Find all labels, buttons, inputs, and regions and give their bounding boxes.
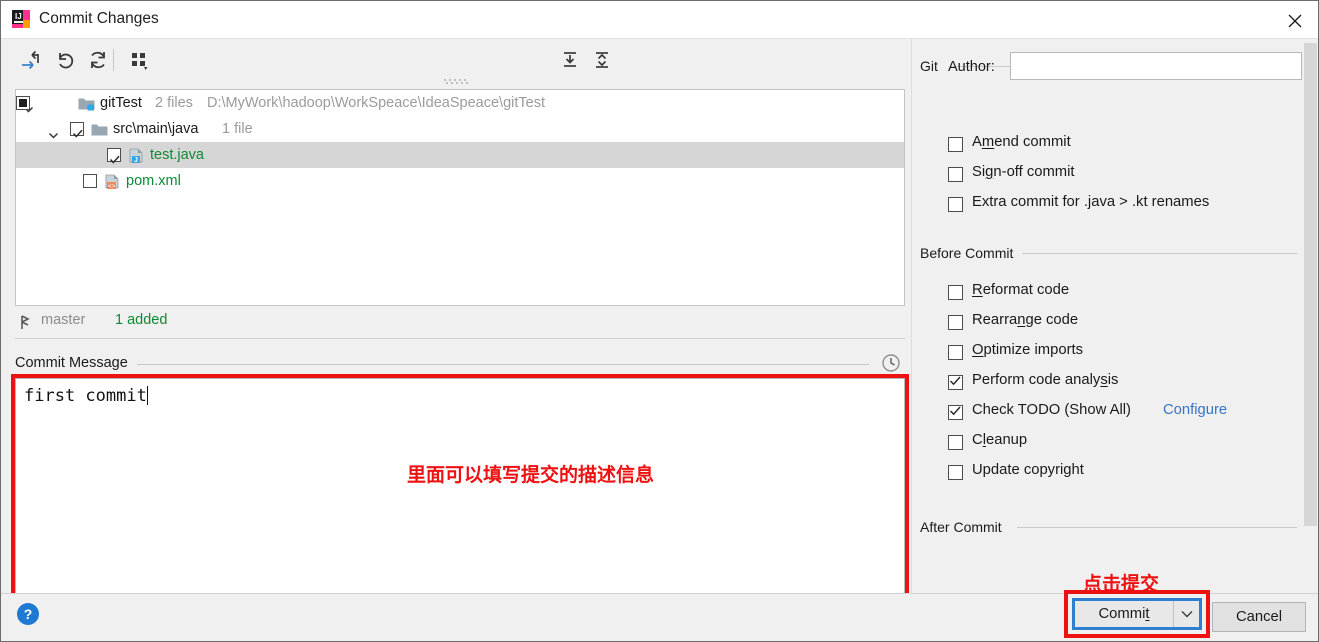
after-commit-group-title: After Commit (920, 519, 1010, 535)
checkbox-label-post: n-off commit (993, 164, 1075, 180)
tree-row[interactable]: src\main\java 1 file (16, 116, 904, 142)
commit-button[interactable]: Commit (1075, 601, 1173, 627)
splitter-grip[interactable] (444, 73, 472, 89)
checkbox-label-mnemonic: R (972, 282, 983, 298)
before-commit-group-rule (1022, 253, 1297, 254)
help-label: ? (23, 606, 33, 622)
collapse-selection-icon[interactable] (19, 49, 41, 71)
changes-panel: Changelist: Default Changelist (1, 39, 911, 620)
folder-icon (91, 121, 108, 137)
checkbox-unchecked (948, 197, 963, 212)
collapse-all-icon[interactable] (591, 49, 613, 71)
checkbox-unchecked (948, 285, 963, 300)
checkbox-label: Check TODO (Show All) (972, 402, 1131, 418)
configure-link[interactable]: Configure (1163, 402, 1227, 418)
changes-status-bar: master 1 added (15, 307, 905, 339)
tree-checkbox-checked[interactable] (107, 148, 121, 164)
window-title: Commit Changes (39, 10, 159, 27)
checkbox-label-mnemonic: E (972, 194, 982, 210)
checkbox-label-post: is (1107, 372, 1119, 388)
before-commit-group-title: Before Commit (920, 245, 1022, 261)
commit-message-annotation: 里面可以填写提交的描述信息 (407, 464, 655, 486)
tree-row-label: test.java (150, 147, 204, 163)
help-icon[interactable]: ? (17, 603, 39, 625)
tree-row-label: src\main\java (113, 121, 199, 137)
tree-row-path: D:\MyWork\hadoop\WorkSpeace\IdeaSpeace\g… (207, 95, 545, 111)
tree-row-label: pom.xml (126, 173, 181, 189)
checkbox-label: Update copyright (972, 462, 1084, 478)
commit-dropdown-button[interactable] (1173, 601, 1199, 627)
checkbox-label-pre: A (972, 134, 982, 150)
checkbox-label-mnemonic: O (972, 342, 984, 358)
checkbox-unchecked (948, 465, 963, 480)
git-branch-icon (19, 314, 33, 335)
checkbox-label-post: eformat code (982, 282, 1070, 298)
changes-tree[interactable]: gitTest 2 files D:\MyWork\hadoop\WorkSpe… (15, 89, 905, 306)
checkbox-label-mnemonic: s (1100, 372, 1108, 388)
checkbox-label-pre: C (972, 432, 983, 448)
commit-message-label: Commit Message (15, 355, 134, 371)
checkbox-unchecked (948, 137, 963, 152)
chevron-down-icon[interactable] (48, 124, 59, 139)
tree-row-meta: 2 files (155, 95, 193, 111)
commit-message-rule (137, 364, 869, 365)
checkbox-unchecked (948, 435, 963, 450)
title-bar: IJ Commit Changes (1, 1, 1318, 39)
checkbox-label-post: eanup (985, 432, 1028, 448)
tree-checkbox-unchecked[interactable] (83, 174, 97, 188)
tree-row[interactable]: J test.java (16, 142, 904, 168)
cancel-button-label: Cancel (1235, 609, 1283, 625)
svg-text:<>: <> (108, 183, 116, 190)
toolbar-divider (113, 49, 114, 71)
cancel-button[interactable]: Cancel (1212, 602, 1306, 632)
tree-row[interactable]: gitTest 2 files D:\MyWork\hadoop\WorkSpe… (16, 90, 904, 116)
commit-button-group: Commit (1072, 598, 1202, 630)
checkbox-label-post: ge code (1025, 312, 1079, 328)
close-icon[interactable] (1272, 1, 1318, 38)
tree-checkbox-partial[interactable] (16, 96, 30, 110)
java-file-icon: J (128, 147, 145, 164)
history-clock-icon[interactable] (881, 353, 901, 373)
added-count: 1 added (115, 312, 168, 328)
checkbox-checked (948, 405, 963, 420)
checkbox-checked (948, 375, 963, 390)
checkbox-unchecked (948, 345, 963, 360)
checkbox-unchecked (948, 167, 963, 182)
checkbox-label-pre: Si (972, 164, 986, 180)
expand-all-icon[interactable] (559, 49, 581, 71)
svg-text:J: J (134, 157, 138, 164)
checkbox-unchecked (948, 315, 963, 330)
intellij-idea-icon: IJ (11, 9, 31, 29)
group-by-icon[interactable] (129, 49, 151, 71)
checkbox-label-pre: Perform code analy (972, 372, 1101, 388)
branch-name: master (41, 312, 86, 328)
options-scrollbar-track[interactable] (1303, 39, 1318, 593)
chevron-down-icon (1181, 606, 1193, 622)
checkbox-label-mnemonic: m (981, 134, 995, 150)
tree-row[interactable]: <> pom.xml (16, 168, 904, 194)
checkbox-label-post: ptimize imports (983, 342, 1084, 358)
text-caret (146, 386, 148, 405)
tree-row-label: gitTest (100, 95, 142, 111)
options-scrollbar-thumb[interactable] (1304, 43, 1317, 526)
author-label: Author: (948, 59, 995, 75)
commit-options-panel: Git Author: Amend commit Sign-off commit… (911, 39, 1318, 593)
author-field[interactable] (1010, 52, 1302, 80)
module-folder-icon (78, 95, 95, 111)
checkbox-label-post: end commit (994, 134, 1071, 150)
after-commit-group-rule (1017, 527, 1297, 528)
git-group-title: Git (920, 58, 946, 74)
tree-checkbox-checked[interactable] (70, 122, 84, 138)
refresh-icon[interactable] (87, 49, 109, 71)
tree-row-meta: 1 file (222, 121, 253, 137)
svg-text:IJ: IJ (15, 12, 22, 21)
commit-changes-dialog: IJ Commit Changes gitTest 2 files D:\MyW… (0, 0, 1319, 642)
xml-file-icon: <> (104, 173, 121, 190)
checkbox-label-post: xtra commit for .java > .kt renames (981, 194, 1210, 210)
commit-button-mnemonic: t (1145, 606, 1150, 622)
checkbox-label-pre: Rearra (972, 312, 1018, 328)
commit-message-text: first commit (24, 386, 148, 406)
rollback-icon[interactable] (55, 49, 77, 71)
